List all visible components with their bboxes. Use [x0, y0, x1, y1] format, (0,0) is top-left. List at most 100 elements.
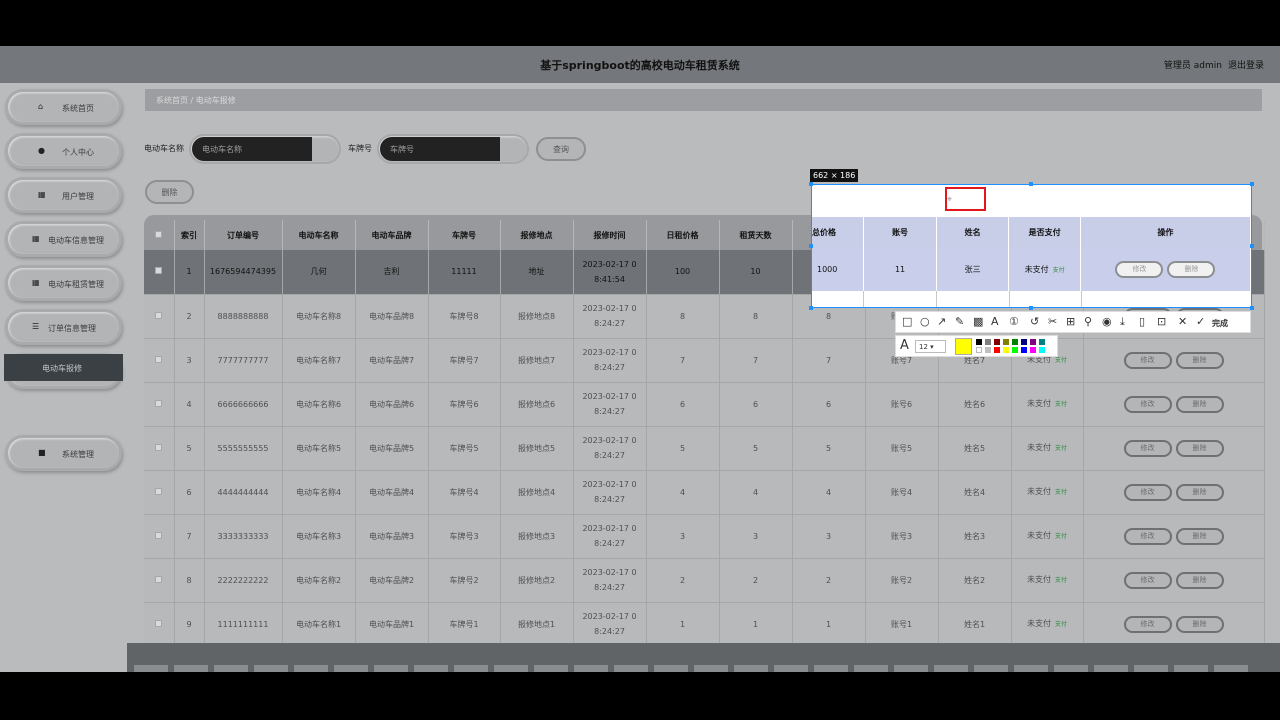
- number-icon[interactable]: ①: [1009, 315, 1019, 329]
- color-swatch[interactable]: [976, 339, 982, 345]
- page-block[interactable]: [774, 665, 808, 672]
- edit-button[interactable]: 修改: [1123, 571, 1172, 589]
- table-row[interactable]: 4 6666666666 电动车名称6 电动车品牌6 车牌号6 报修地点6 2023-02-…: [144, 382, 1265, 427]
- resize-handle[interactable]: [1029, 306, 1033, 310]
- screenshot-selection[interactable]: 总价格 账号 姓名 是否支付 操作 1000 11 张三 未支付 支付 修改 删除: [811, 184, 1252, 308]
- row-checkbox[interactable]: [155, 399, 163, 407]
- screen-record-icon[interactable]: ◉: [1102, 315, 1112, 329]
- edit-button[interactable]: 修改: [1123, 439, 1172, 457]
- select-all-checkbox[interactable]: [155, 230, 163, 238]
- annotation-rectangle[interactable]: ⌖: [945, 187, 986, 211]
- page-block[interactable]: [934, 665, 968, 672]
- table-row[interactable]: 3 7777777777 电动车名称7 电动车品牌7 车牌号7 报修地点7 2023-02-…: [144, 338, 1265, 383]
- rectangle-icon[interactable]: □: [902, 315, 912, 329]
- resize-handle[interactable]: [1029, 182, 1033, 186]
- color-swatch[interactable]: [1021, 347, 1027, 353]
- edit-button[interactable]: 修改: [1123, 351, 1172, 369]
- sidebar-subitem-repair[interactable]: 电动车报修: [4, 354, 123, 381]
- sidebar-item[interactable]: ▦ 电动车信息管理: [5, 221, 122, 257]
- delete-button[interactable]: 删除: [1175, 439, 1224, 457]
- pen-icon[interactable]: ✎: [955, 315, 964, 329]
- query-button[interactable]: 查询: [536, 137, 586, 161]
- sidebar-item[interactable]: ⌂ 系统首页: [5, 89, 122, 125]
- table-row[interactable]: 6 4444444444 电动车名称4 电动车品牌4 车牌号4 报修地点4 2023-02-…: [144, 470, 1265, 515]
- page-block[interactable]: [614, 665, 648, 672]
- page-block[interactable]: [1214, 665, 1248, 672]
- sidebar-item[interactable]: ▦ 电动车租赁管理: [5, 265, 122, 301]
- page-block[interactable]: [574, 665, 608, 672]
- check-icon[interactable]: ✓: [1196, 315, 1205, 329]
- download-icon[interactable]: ⤓: [1120, 315, 1125, 329]
- page-block[interactable]: [334, 665, 368, 672]
- row-checkbox[interactable]: [155, 487, 163, 495]
- name-search-input[interactable]: 电动车名称: [192, 137, 312, 161]
- arrow-icon[interactable]: ↗: [937, 315, 946, 329]
- pay-link[interactable]: 支付: [1055, 621, 1067, 628]
- sidebar-item[interactable]: ■ 系统管理: [5, 435, 122, 471]
- close-icon[interactable]: ✕: [1178, 315, 1187, 329]
- page-block[interactable]: [1054, 665, 1088, 672]
- resize-handle[interactable]: [1250, 244, 1254, 248]
- page-block[interactable]: [254, 665, 288, 672]
- page-block[interactable]: [814, 665, 848, 672]
- row-checkbox[interactable]: [155, 575, 163, 583]
- pin-icon[interactable]: ⚲: [1084, 315, 1092, 329]
- color-swatch[interactable]: [1003, 339, 1009, 345]
- select-all-cell[interactable]: [144, 220, 175, 250]
- long-screenshot-icon[interactable]: ▯: [1139, 315, 1145, 329]
- color-swatch[interactable]: [1012, 347, 1018, 353]
- row-checkbox[interactable]: [155, 619, 163, 627]
- edit-button[interactable]: 修改: [1115, 260, 1164, 278]
- page-block[interactable]: [134, 665, 168, 672]
- color-swatch[interactable]: [976, 347, 982, 353]
- color-swatch[interactable]: [1039, 347, 1045, 353]
- page-block[interactable]: [1134, 665, 1168, 672]
- table-row[interactable]: 8 2222222222 电动车名称2 电动车品牌2 车牌号2 报修地点2 2023-02-…: [144, 558, 1265, 603]
- font-size-select[interactable]: 12 ▾: [915, 340, 946, 353]
- color-swatch[interactable]: [985, 347, 991, 353]
- resize-handle[interactable]: [809, 182, 813, 186]
- delete-button[interactable]: 删除: [1175, 615, 1224, 633]
- delete-button[interactable]: 删除: [1175, 527, 1224, 545]
- page-block[interactable]: [734, 665, 768, 672]
- row-checkbox[interactable]: [155, 355, 163, 363]
- pay-link[interactable]: 支付: [1055, 533, 1067, 540]
- table-row[interactable]: 9 1111111111 电动车名称1 电动车品牌1 车牌号1 报修地点1 2023-02-…: [144, 602, 1265, 647]
- delete-button[interactable]: 删除: [1175, 395, 1224, 413]
- resize-handle[interactable]: [809, 306, 813, 310]
- row-checkbox[interactable]: [155, 311, 163, 319]
- page-block[interactable]: [374, 665, 408, 672]
- color-swatch[interactable]: [985, 339, 991, 345]
- logout-link[interactable]: 退出登录: [1228, 61, 1264, 71]
- ellipse-icon[interactable]: ○: [920, 315, 930, 329]
- page-block[interactable]: [534, 665, 568, 672]
- delete-button[interactable]: 删除: [1167, 260, 1216, 278]
- pay-link[interactable]: 支付: [1055, 577, 1067, 584]
- row-select-cell[interactable]: [144, 602, 175, 647]
- row-select-cell[interactable]: [144, 514, 175, 559]
- page-block[interactable]: [294, 665, 328, 672]
- row-checkbox[interactable]: [155, 443, 163, 451]
- color-swatch[interactable]: [994, 347, 1000, 353]
- row-select-cell[interactable]: [144, 338, 175, 383]
- row-select-cell[interactable]: [144, 382, 175, 427]
- sidebar-item[interactable]: ▦ 用户管理: [5, 177, 122, 213]
- color-swatch[interactable]: [1021, 339, 1027, 345]
- pay-link[interactable]: 支付: [1055, 489, 1067, 496]
- page-block[interactable]: [694, 665, 728, 672]
- current-color-swatch[interactable]: [955, 338, 972, 355]
- page-block[interactable]: [854, 665, 888, 672]
- row-select-cell[interactable]: [144, 294, 175, 339]
- pay-link[interactable]: 支付: [1053, 267, 1065, 274]
- name-search-field[interactable]: 电动车名称: [189, 134, 341, 164]
- row-select-cell[interactable]: [144, 250, 175, 295]
- cut-icon[interactable]: ✂: [1048, 315, 1057, 329]
- bookmark-icon[interactable]: ⊡: [1157, 315, 1166, 329]
- row-checkbox[interactable]: [155, 267, 163, 275]
- batch-delete-button[interactable]: 删除: [145, 180, 194, 204]
- page-block[interactable]: [494, 665, 528, 672]
- resize-handle[interactable]: [1250, 182, 1254, 186]
- done-button[interactable]: 完成: [1212, 317, 1228, 331]
- page-block[interactable]: [1094, 665, 1128, 672]
- edit-button[interactable]: 修改: [1123, 615, 1172, 633]
